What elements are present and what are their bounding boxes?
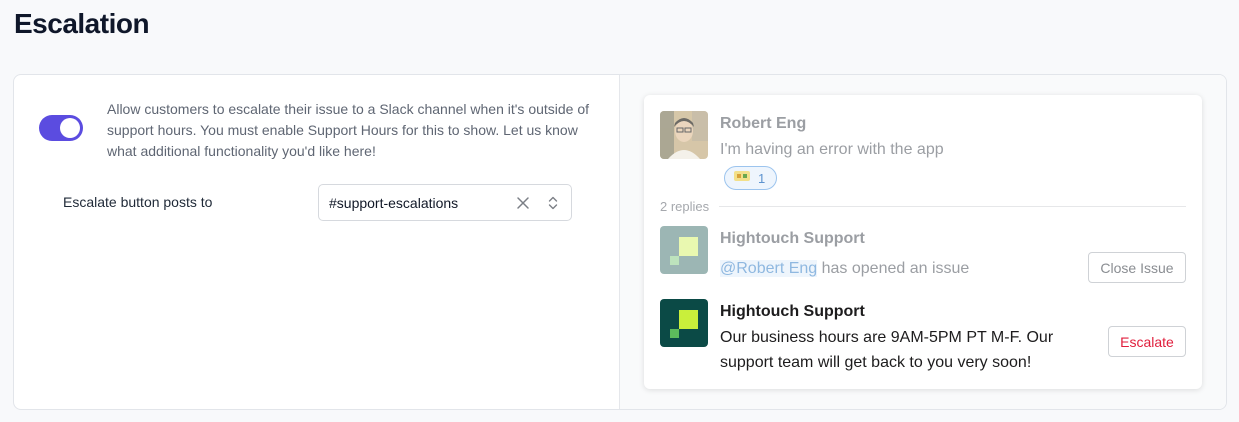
divider-line [719, 206, 1186, 207]
message-text: @Robert Eng has opened an issue [720, 256, 969, 281]
message-author: Hightouch Support [720, 230, 865, 247]
escalate-channel-label: Escalate button posts to [63, 194, 213, 210]
message-author: Robert Eng [720, 115, 807, 132]
hightouch-logo-icon [660, 299, 708, 347]
reaction-pill[interactable]: 1 [724, 166, 777, 190]
message-author: Hightouch Support [720, 303, 865, 320]
message-text: Our business hours are 9AM-5PM PT M-F. O… [720, 329, 1054, 371]
settings-panel: Allow customers to escalate their issue … [14, 75, 620, 409]
reaction-count: 1 [758, 170, 766, 186]
message-text: I'm having an error with the app [720, 141, 944, 158]
message-body: has opened an issue [817, 260, 970, 277]
user-mention[interactable]: @Robert Eng [720, 260, 818, 277]
escalation-settings-card: Allow customers to escalate their issue … [13, 74, 1227, 410]
toggle-knob [60, 118, 80, 138]
chevron-updown-icon [547, 195, 559, 211]
slack-preview-panel: Robert Eng I'm having an error with the … [620, 75, 1226, 409]
escalate-button[interactable]: Escalate [1108, 326, 1186, 357]
hightouch-logo-icon [660, 226, 708, 274]
slack-thread-preview: Robert Eng I'm having an error with the … [644, 95, 1202, 389]
replies-count: 2 replies [660, 199, 710, 214]
page-title: Escalation [14, 8, 150, 39]
channel-select-value: #support-escalations [329, 194, 459, 211]
toggle-description: Allow customers to escalate their issue … [107, 101, 590, 159]
escalation-toggle[interactable] [39, 115, 83, 141]
emoji-icon [734, 169, 750, 187]
user-avatar [660, 111, 708, 159]
replies-divider: 2 replies [660, 199, 1186, 214]
close-issue-button[interactable]: Close Issue [1088, 252, 1186, 283]
channel-select[interactable]: #support-escalations [318, 184, 572, 221]
clear-icon[interactable] [515, 195, 531, 211]
